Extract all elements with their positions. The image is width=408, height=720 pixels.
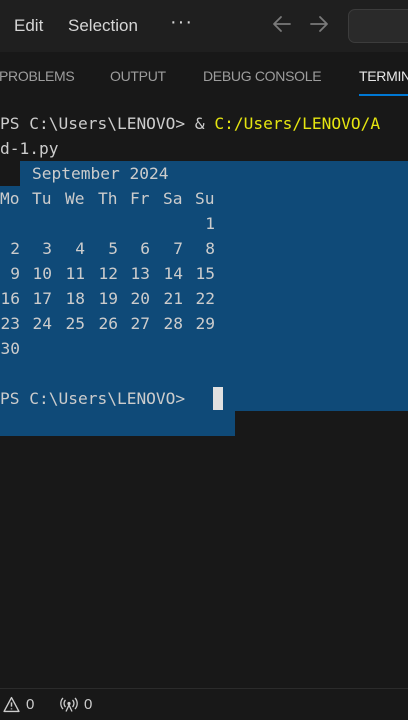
script-path: C:/Users/LENOVO/A [214, 114, 381, 133]
calendar-day: 30 [0, 339, 21, 358]
calendar-week-row: 30 [0, 336, 408, 361]
command-center-search[interactable] [348, 9, 408, 43]
calendar-day: 12 [98, 264, 119, 283]
calendar-day: 13 [130, 264, 151, 283]
calendar-day: 19 [98, 289, 119, 308]
command-line: PS C:\Users\LENOVO> & C:/Users/LENOVO/A [0, 111, 380, 136]
calendar-day: 16 [0, 289, 21, 308]
weekday-label: Fr [130, 189, 150, 208]
problems-count: 0 [26, 696, 35, 713]
weekday-label: Tu [32, 189, 52, 208]
text-selection [0, 411, 235, 436]
status-problems[interactable]: 0 [3, 696, 34, 713]
weekday-label: We [65, 189, 85, 208]
calendar-day: 3 [42, 239, 52, 258]
calendar-week-row: 1 [0, 211, 408, 236]
calendar-week-row: 2 3 4 5 6 7 8 [0, 236, 408, 261]
tab-output[interactable]: OUTPUT [110, 68, 166, 84]
tab-problems[interactable]: PROBLEMS [0, 68, 75, 84]
calendar-day: 25 [65, 314, 86, 333]
terminal-output[interactable]: PS C:\Users\LENOVO> & C:/Users/LENOVO/A … [0, 100, 408, 688]
weekday-label: Su [195, 189, 215, 208]
weekday-label: Mo [0, 189, 20, 208]
calendar-day: 18 [65, 289, 86, 308]
panel-tab-bar: PROBLEMS OUTPUT DEBUG CONSOLE TERMINAL [0, 52, 408, 100]
back-arrow-icon[interactable] [270, 12, 294, 36]
status-bar: 0 0 [0, 688, 408, 720]
calendar-day: 10 [32, 264, 53, 283]
menu-selection[interactable]: Selection [68, 14, 138, 38]
calendar-title: September 2024 [32, 164, 169, 183]
menu-edit[interactable]: Edit [14, 14, 43, 38]
calendar-day: 22 [195, 289, 216, 308]
active-tab-indicator [359, 94, 408, 96]
calendar-day: 7 [173, 239, 183, 258]
calendar-day: 21 [163, 289, 184, 308]
weekday-header-row: Mo Tu We Th Fr Sa Su [0, 186, 408, 211]
calendar-day: 24 [32, 314, 53, 333]
terminal-cursor [213, 387, 223, 410]
warning-icon [3, 696, 20, 713]
calendar-day: 11 [65, 264, 86, 283]
title-bar: Edit Selection ··· [0, 0, 408, 52]
forward-arrow-icon[interactable] [307, 12, 331, 36]
prompt-text: PS C:\Users\LENOVO> & [0, 114, 215, 133]
command-line-continued: d-1.py [0, 139, 59, 158]
calendar-day: 29 [195, 314, 216, 333]
calendar-day: 14 [163, 264, 184, 283]
calendar-day: 17 [32, 289, 53, 308]
calendar-day: 9 [10, 264, 20, 283]
calendar-day: 8 [205, 239, 215, 258]
calendar-week-row: 16 17 18 19 20 21 22 [0, 286, 408, 311]
calendar-day: 26 [98, 314, 119, 333]
ports-count: 0 [84, 696, 93, 713]
final-prompt: PS C:\Users\LENOVO> [0, 389, 195, 408]
tab-debug-console[interactable]: DEBUG CONSOLE [203, 68, 322, 84]
weekday-label: Th [98, 189, 118, 208]
calendar-day: 5 [108, 239, 118, 258]
broadcast-icon [60, 697, 78, 712]
more-menu-icon[interactable]: ··· [170, 10, 193, 34]
calendar-week-row: 9 10 11 12 13 14 15 [0, 261, 408, 286]
calendar-day: 28 [163, 314, 184, 333]
calendar-day: 20 [130, 289, 151, 308]
weekday-label: Sa [163, 189, 183, 208]
calendar-day: 6 [140, 239, 150, 258]
calendar-day: 27 [130, 314, 151, 333]
tab-terminal[interactable]: TERMINAL [359, 68, 408, 84]
calendar-day: 4 [75, 239, 85, 258]
calendar-day: 15 [195, 264, 216, 283]
status-ports[interactable]: 0 [60, 696, 92, 713]
calendar-week-row: 23 24 25 26 27 28 29 [0, 311, 408, 336]
calendar-day: 1 [205, 214, 215, 233]
calendar-day: 23 [0, 314, 21, 333]
calendar-day: 2 [10, 239, 20, 258]
